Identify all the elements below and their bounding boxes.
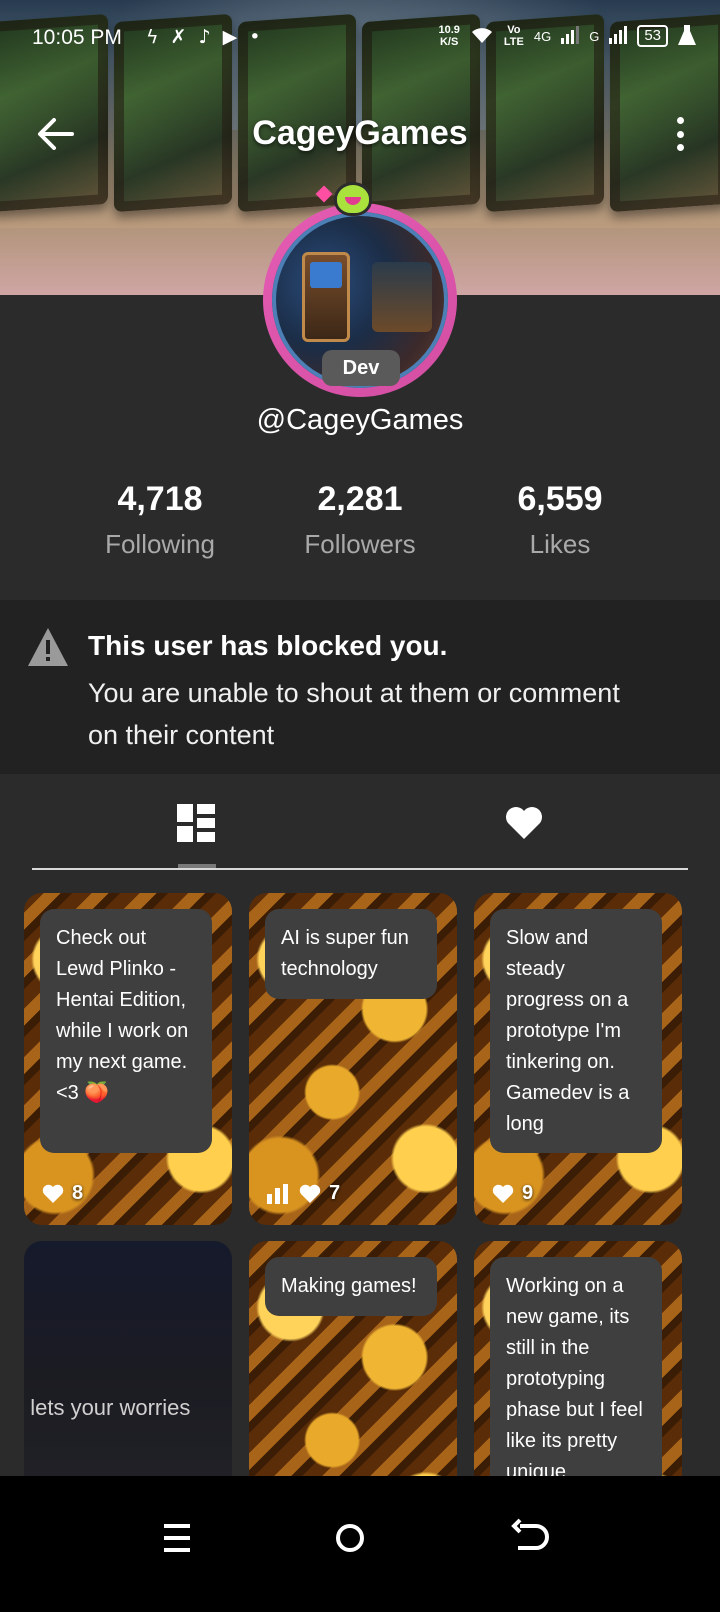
warning-icon [28, 628, 68, 666]
stat-label: Following [105, 529, 215, 559]
heart-icon [299, 1184, 321, 1203]
stat-value: 4,718 [117, 480, 203, 518]
post-card[interactable]: AI is super fun technology 7 [249, 893, 457, 1225]
tab-likes[interactable] [360, 774, 688, 868]
blocked-notice: This user has blocked you. You are unabl… [0, 600, 720, 774]
tiktok-icon: ♪ [198, 26, 211, 48]
system-navigation-bar [0, 1476, 720, 1612]
app-icon: ✗ [170, 26, 187, 48]
tabs-divider [32, 868, 688, 870]
role-badge: Dev [322, 350, 400, 386]
battery-indicator: 53 [637, 25, 668, 47]
menu-icon [164, 1524, 190, 1552]
username: @CageyGames [256, 404, 464, 436]
signal-icon [561, 25, 580, 47]
post-text: Making games! [265, 1257, 437, 1316]
post-card[interactable]: Check out Lewd Plinko - Hentai Edition, … [24, 893, 232, 1225]
dot-icon: • [249, 26, 261, 48]
heart-icon [506, 807, 542, 839]
content-tabs [32, 774, 688, 870]
signal-g-label: G [589, 28, 600, 44]
more-vertical-icon [676, 117, 684, 124]
profile-stats: 4,718 Following 2,281 Followers 6,559 Li… [60, 480, 660, 560]
status-time: 10:05 PM [32, 26, 122, 49]
youtube-icon: ▶ [222, 26, 238, 48]
notification-icons: ϟ ✗ ♪ ▶ • [146, 26, 260, 48]
tab-posts[interactable] [32, 774, 360, 868]
back-arrow-icon [511, 1518, 549, 1550]
post-text: Working on a new game, its still in the … [490, 1257, 662, 1497]
stat-followers[interactable]: 2,281 Followers [260, 480, 460, 560]
stat-likes[interactable]: 6,559 Likes [460, 480, 660, 560]
status-bar: 10:05 PM ϟ ✗ ♪ ▶ • 10.9 K/S Vo LTE 4G G … [0, 0, 720, 80]
home-button[interactable] [330, 1508, 390, 1568]
posts-grid-icon [177, 804, 215, 842]
stats-icon [267, 1183, 288, 1204]
post-like-count: 8 [72, 1182, 84, 1204]
post-like-count: 9 [522, 1182, 534, 1204]
post-meta: 7 [267, 1182, 340, 1205]
avatar-frog-decoration [334, 182, 372, 216]
system-back-button[interactable] [510, 1508, 570, 1568]
app-top-bar: CageyGames [0, 100, 720, 170]
stat-following[interactable]: 4,718 Following [60, 480, 260, 560]
signal-4g-label: 4G [533, 28, 552, 44]
home-circle-icon [336, 1524, 364, 1552]
blocked-body: You are unable to shout at them or comme… [88, 678, 620, 750]
recents-button[interactable] [150, 1508, 210, 1568]
post-meta: 9 [492, 1182, 533, 1205]
tab-active-indicator [178, 864, 216, 868]
post-text: Slow and steady progress on a prototype … [490, 909, 662, 1153]
page-title: CageyGames [252, 114, 468, 152]
stat-label: Likes [529, 529, 591, 559]
stat-value: 6,559 [517, 480, 603, 518]
flask-icon [678, 24, 696, 48]
post-like-count: 7 [329, 1182, 341, 1204]
post-card[interactable]: Slow and steady progress on a prototype … [474, 893, 682, 1225]
heart-icon [492, 1184, 514, 1203]
system-icons: 10.9 K/S Vo LTE 4G G 53 [438, 24, 696, 48]
post-text: AI is super fun technology [265, 909, 437, 999]
wifi-icon [470, 25, 494, 48]
signal-icon-2 [609, 25, 628, 47]
net-speed: 10.9 K/S [438, 24, 460, 48]
post-meta: 8 [42, 1182, 83, 1205]
more-options-button[interactable] [668, 112, 692, 156]
stat-value: 2,281 [317, 480, 403, 518]
heart-icon [42, 1184, 64, 1203]
post-caption: t lets your worries [24, 1395, 191, 1420]
blocked-title: This user has blocked you. [88, 630, 448, 661]
stat-label: Followers [304, 529, 416, 559]
post-text: Check out Lewd Plinko - Hentai Edition, … [40, 909, 212, 1153]
bolt-icon: ϟ [146, 26, 159, 48]
volte-indicator: Vo LTE [503, 24, 524, 48]
